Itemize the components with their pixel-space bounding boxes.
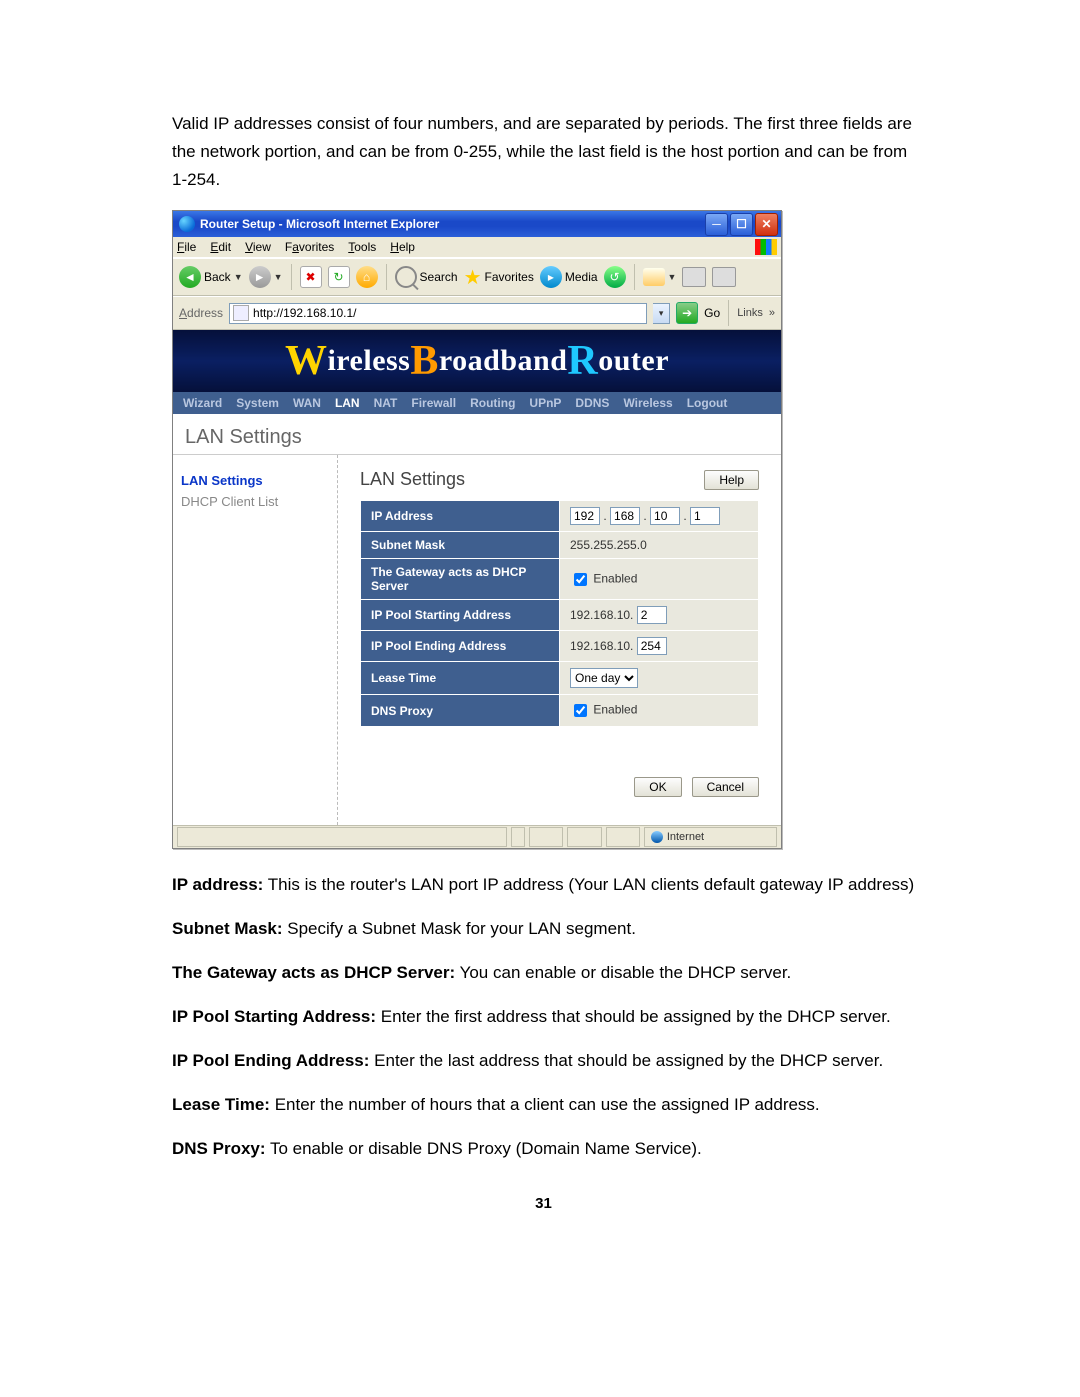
nav-wireless[interactable]: Wireless: [623, 396, 672, 410]
ip-octet-3[interactable]: [650, 507, 680, 525]
ok-button[interactable]: OK: [634, 777, 681, 797]
page-icon: [233, 305, 249, 321]
dhcp-enabled-text: Enabled: [593, 571, 637, 585]
dns-proxy-label: DNS Proxy: [361, 695, 560, 727]
lease-time-select[interactable]: One day: [570, 668, 638, 688]
sidenav-dhcp-client-list[interactable]: DHCP Client List: [181, 494, 329, 509]
home-button[interactable]: ⌂: [356, 266, 378, 288]
menu-help[interactable]: Help: [390, 240, 415, 254]
maximize-button[interactable]: ☐: [730, 213, 753, 236]
intro-text: Valid IP addresses consist of four numbe…: [172, 110, 915, 194]
address-input[interactable]: http://192.168.10.1/: [229, 303, 647, 324]
sidenav-lan-settings[interactable]: LAN Settings: [181, 473, 329, 488]
def-dns: DNS Proxy: To enable or disable DNS Prox…: [172, 1135, 915, 1163]
titlebar: Router Setup - Microsoft Internet Explor…: [173, 211, 781, 237]
router-nav: Wizard System WAN LAN NAT Firewall Routi…: [173, 392, 781, 414]
menu-favorites[interactable]: Favorites: [285, 240, 334, 254]
nav-nat[interactable]: NAT: [374, 396, 398, 410]
nav-firewall[interactable]: Firewall: [411, 396, 456, 410]
address-bar: Address http://192.168.10.1/ ▾ ➔ Go Link…: [173, 296, 781, 330]
go-label: Go: [704, 306, 720, 320]
nav-lan[interactable]: LAN: [335, 396, 360, 410]
def-ip: IP address: This is the router's LAN por…: [172, 871, 915, 899]
window-title: Router Setup - Microsoft Internet Explor…: [200, 217, 705, 231]
def-pool-end: IP Pool Ending Address: Enter the last a…: [172, 1047, 915, 1075]
address-url: http://192.168.10.1/: [253, 306, 356, 320]
edit-button[interactable]: [712, 267, 736, 287]
pool-start-label: IP Pool Starting Address: [361, 600, 560, 631]
ip-octet-1[interactable]: [570, 507, 600, 525]
def-gateway: The Gateway acts as DHCP Server: You can…: [172, 959, 915, 987]
pool-end-label: IP Pool Ending Address: [361, 631, 560, 662]
close-button[interactable]: ✕: [755, 213, 778, 236]
ip-octet-2[interactable]: [610, 507, 640, 525]
menu-edit[interactable]: Edit: [210, 240, 231, 254]
links-label[interactable]: Links: [737, 307, 763, 319]
pool-prefix-2: 192.168.10.: [570, 639, 633, 653]
page-title: LAN Settings: [173, 414, 781, 455]
history-button[interactable]: ↺: [604, 266, 626, 288]
nav-upnp[interactable]: UPnP: [529, 396, 561, 410]
nav-ddns[interactable]: DDNS: [575, 396, 609, 410]
pool-end-input[interactable]: [637, 637, 667, 655]
router-screenshot: Router Setup - Microsoft Internet Explor…: [172, 210, 782, 849]
router-banner: Wireless Broadband Router: [173, 330, 781, 392]
menu-file[interactable]: File: [177, 240, 196, 254]
print-button[interactable]: [682, 267, 706, 287]
internet-zone-label: Internet: [667, 831, 704, 843]
status-bar: Internet: [173, 825, 781, 848]
nav-system[interactable]: System: [236, 396, 279, 410]
def-lease: Lease Time: Enter the number of hours th…: [172, 1091, 915, 1119]
menubar: File Edit View Favorites Tools Help: [173, 237, 781, 258]
windows-flag-icon: [755, 239, 777, 255]
refresh-button[interactable]: ↻: [328, 266, 350, 288]
favorites-button[interactable]: ★Favorites: [464, 265, 534, 290]
lease-time-label: Lease Time: [361, 662, 560, 695]
settings-table: IP Address . . . Subnet Mask 255.255.255…: [360, 500, 759, 727]
side-nav: LAN Settings DHCP Client List: [173, 455, 338, 825]
def-subnet: Subnet Mask: Specify a Subnet Mask for y…: [172, 915, 915, 943]
nav-routing[interactable]: Routing: [470, 396, 515, 410]
internet-zone-icon: [651, 831, 663, 843]
gateway-dhcp-label: The Gateway acts as DHCP Server: [361, 559, 560, 600]
address-label: Address: [179, 306, 223, 320]
def-pool-start: IP Pool Starting Address: Enter the firs…: [172, 1003, 915, 1031]
ip-address-label: IP Address: [361, 501, 560, 532]
toolbar: ◄Back▼ ►▼ ✖ ↻ ⌂ Search ★Favorites ▸Media…: [173, 258, 781, 296]
ip-octet-4[interactable]: [690, 507, 720, 525]
back-button[interactable]: ◄Back▼: [179, 266, 243, 288]
section-heading: LAN Settings: [360, 469, 465, 490]
address-dropdown[interactable]: ▾: [653, 303, 670, 324]
subnet-mask-value: 255.255.255.0: [560, 532, 759, 559]
forward-button[interactable]: ►▼: [249, 266, 283, 288]
links-chevron-icon[interactable]: »: [769, 307, 775, 319]
nav-wan[interactable]: WAN: [293, 396, 321, 410]
nav-logout[interactable]: Logout: [687, 396, 728, 410]
page-number: 31: [172, 1195, 915, 1212]
dhcp-enabled-checkbox[interactable]: [574, 573, 587, 586]
subnet-mask-label: Subnet Mask: [361, 532, 560, 559]
go-button[interactable]: ➔: [676, 302, 698, 324]
nav-wizard[interactable]: Wizard: [183, 396, 222, 410]
menu-view[interactable]: View: [245, 240, 271, 254]
ie-icon: [179, 216, 195, 232]
status-page-icon: [184, 830, 196, 844]
pool-prefix: 192.168.10.: [570, 608, 633, 622]
dns-proxy-checkbox[interactable]: [574, 704, 587, 717]
minimize-button[interactable]: ─: [705, 213, 728, 236]
search-button[interactable]: Search: [395, 266, 458, 288]
pool-start-input[interactable]: [637, 606, 667, 624]
media-button[interactable]: ▸Media: [540, 266, 598, 288]
help-button[interactable]: Help: [704, 470, 759, 490]
stop-button[interactable]: ✖: [300, 266, 322, 288]
cancel-button[interactable]: Cancel: [692, 777, 759, 797]
menu-tools[interactable]: Tools: [348, 240, 376, 254]
dns-proxy-enabled-text: Enabled: [593, 703, 637, 717]
mail-button[interactable]: ▼: [643, 268, 677, 286]
